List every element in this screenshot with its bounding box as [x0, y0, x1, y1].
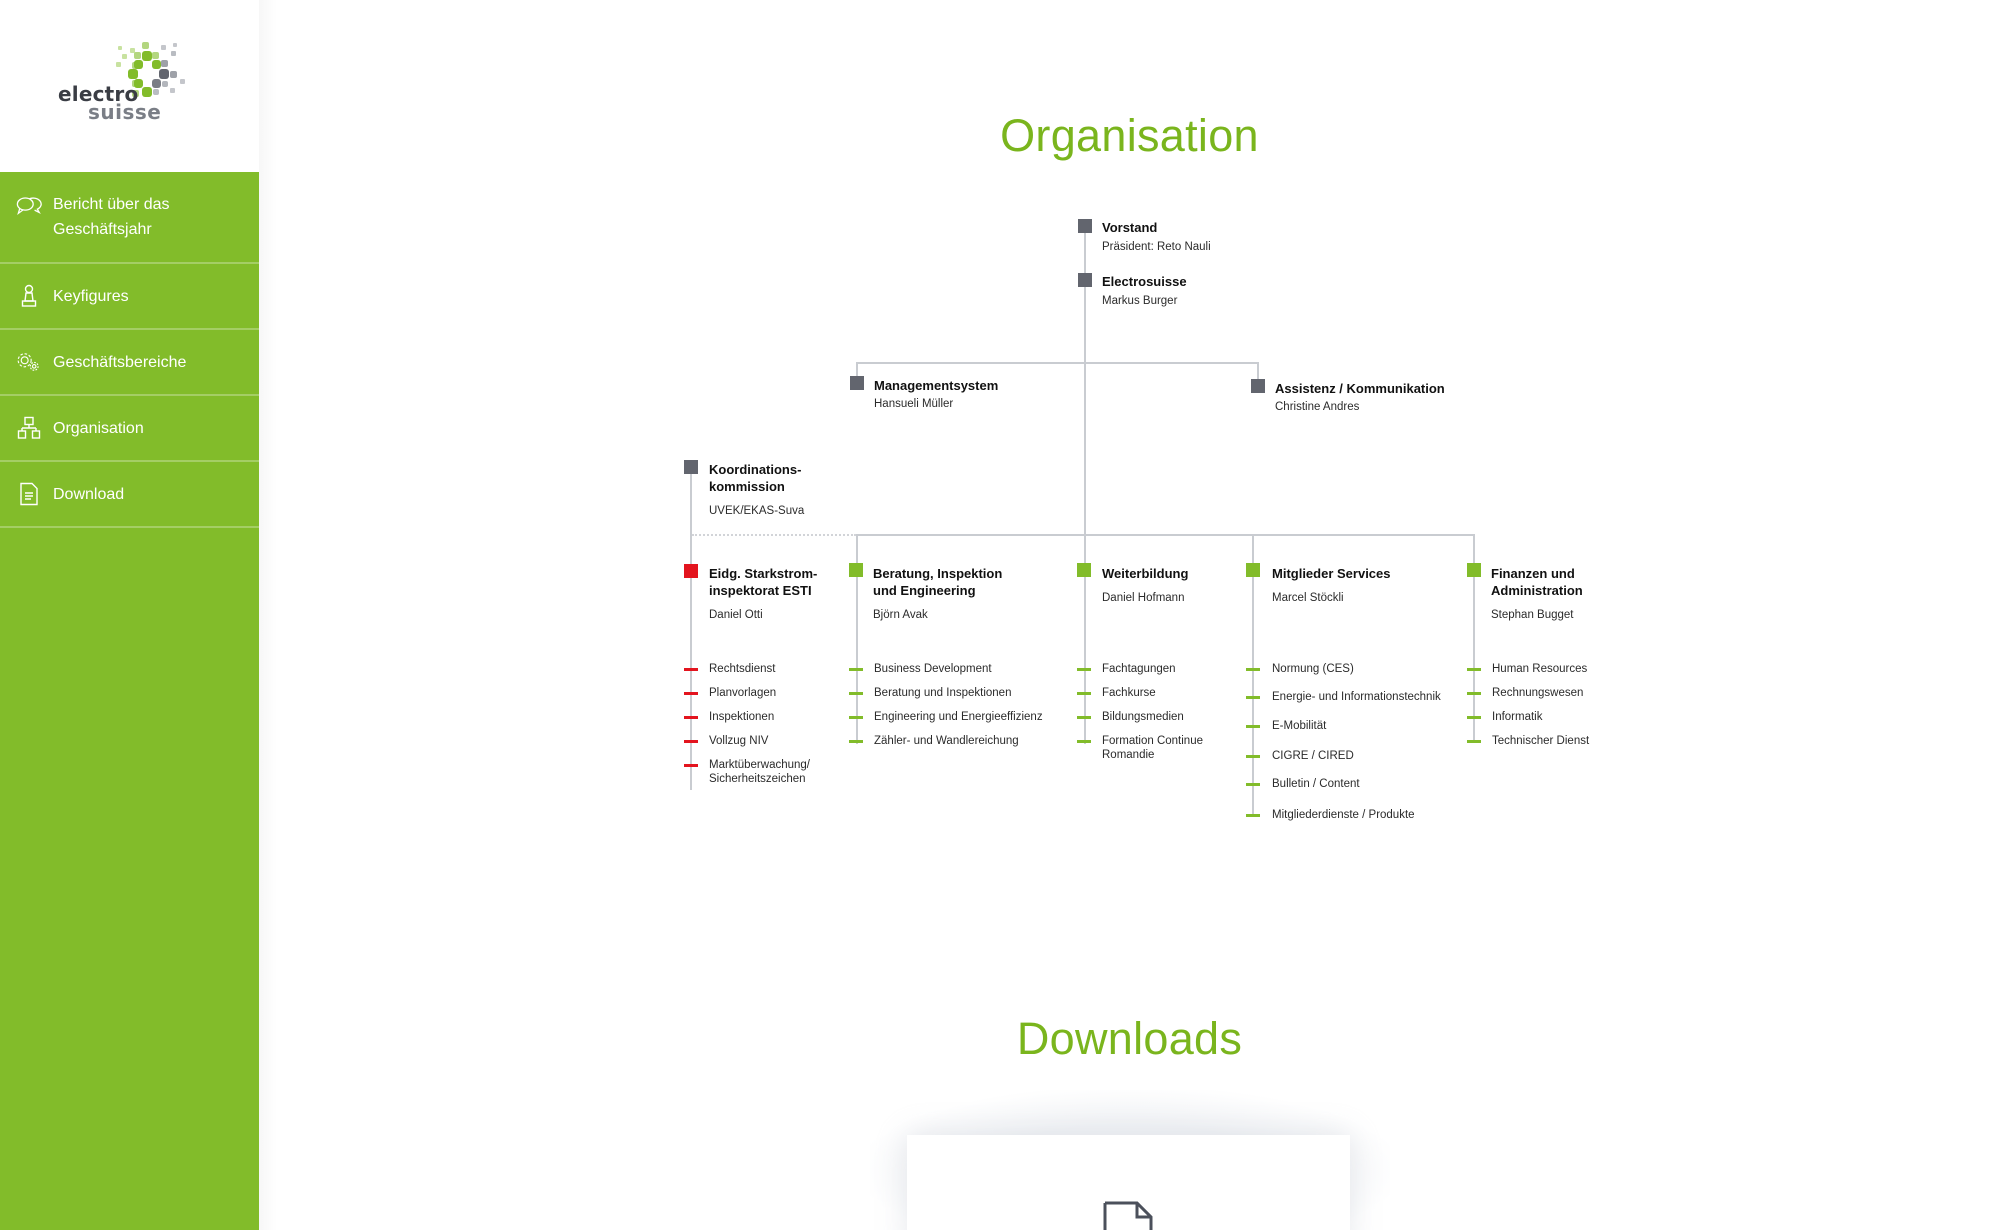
list-bullet — [684, 764, 698, 767]
list-item: Sicherheitszeichen — [709, 773, 806, 785]
node-vorstand-title: Vorstand — [1102, 220, 1158, 235]
staff-horizontal-connector — [856, 362, 1259, 364]
org-chart: Vorstand Präsident: Reto Nauli Electrosu… — [0, 0, 2000, 900]
list-bullet — [684, 668, 698, 671]
list-item: Informatik — [1492, 711, 1543, 723]
list-item: Fachkurse — [1102, 687, 1156, 699]
list-item: Planvorlagen — [709, 687, 777, 699]
list-item: Bulletin / Content — [1272, 778, 1360, 790]
list-item: Bildungsmedien — [1102, 711, 1184, 723]
list-item: Beratung und Inspektionen — [874, 687, 1012, 699]
list-bullet — [1246, 696, 1260, 699]
list-item: E-Mobilität — [1272, 720, 1327, 732]
list-bullet — [1077, 740, 1091, 743]
division-esti-title-1: Eidg. Starkstrom- — [709, 566, 818, 581]
list-bullet — [1467, 716, 1481, 719]
list-item: Fachtagungen — [1102, 663, 1176, 675]
list-bullet — [849, 668, 863, 671]
division-beratung-sub: Björn Avak — [873, 609, 928, 621]
list-item: Normung (CES) — [1272, 663, 1354, 675]
division-beratung-title-2: und Engineering — [873, 583, 976, 598]
list-item: Human Resources — [1492, 663, 1588, 675]
node-koordination-title-2: kommission — [709, 479, 785, 494]
list-bullet — [1246, 814, 1260, 817]
division-marker-weiterbildung — [1077, 563, 1091, 577]
list-item: Zähler- und Wandlereichung — [874, 735, 1019, 747]
list-bullet — [1077, 716, 1091, 719]
division-esti-sub: Daniel Otti — [709, 609, 763, 621]
list-item: Vollzug NIV — [709, 735, 769, 747]
list-item: Marktüberwachung/ — [709, 759, 810, 771]
division-weiterbildung-title: Weiterbildung — [1102, 566, 1189, 581]
division-marker-beratung — [849, 563, 863, 577]
node-marker — [1251, 379, 1265, 393]
node-assistenz-sub: Christine Andres — [1275, 401, 1360, 413]
list-item: Engineering und Energieeffizienz — [874, 711, 1043, 723]
division-weiterbildung-sub: Daniel Hofmann — [1102, 592, 1185, 604]
list-item: Inspektionen — [709, 711, 775, 723]
list-bullet — [684, 716, 698, 719]
division-finanzen-title-1: Finanzen und — [1491, 566, 1575, 581]
node-koordination-title-1: Koordinations- — [709, 462, 802, 477]
list-bullet — [1246, 668, 1260, 671]
division-finanzen-title-2: Administration — [1491, 583, 1583, 598]
node-marker — [684, 460, 698, 474]
downloads-title: Downloads — [1016, 1013, 1243, 1064]
division-marker-finanzen — [1467, 563, 1481, 577]
list-item: Formation Continue — [1102, 735, 1203, 747]
node-assistenz-title: Assistenz / Kommunikation — [1275, 381, 1445, 396]
node-electrosuisse-title: Electrosuisse — [1102, 274, 1187, 289]
list-bullet — [1077, 668, 1091, 671]
list-item: CIGRE / CIRED — [1272, 750, 1354, 762]
node-vorstand-sub: Präsident: Reto Nauli — [1102, 241, 1211, 253]
division-mitglieder-sub: Marcel Stöckli — [1272, 592, 1344, 604]
list-item: Mitgliederdienste / Produkte — [1272, 809, 1415, 821]
list-bullet — [1077, 692, 1091, 695]
document-icon — [1103, 1201, 1153, 1230]
download-card[interactable] — [907, 1135, 1350, 1230]
node-marker — [1078, 273, 1092, 287]
list-bullet — [1246, 755, 1260, 758]
divisions-horizontal-connector — [856, 534, 1475, 536]
list-item: Energie- und Informationstechnik — [1272, 691, 1441, 703]
list-item: Technischer Dienst — [1492, 735, 1590, 747]
coordination-dotted-connector — [692, 534, 856, 536]
node-managementsystem-title: Managementsystem — [874, 378, 999, 393]
list-bullet — [1246, 725, 1260, 728]
node-electrosuisse-sub: Markus Burger — [1102, 295, 1178, 307]
division-beratung-title-1: Beratung, Inspektion — [873, 566, 1003, 581]
list-item: Romandie — [1102, 749, 1155, 761]
list-bullet — [1467, 740, 1481, 743]
division-mitglieder-title: Mitglieder Services — [1272, 566, 1391, 581]
division-finanzen-sub: Stephan Bugget — [1491, 609, 1574, 621]
division-esti-title-2: inspektorat ESTI — [709, 583, 812, 598]
list-bullet — [849, 692, 863, 695]
division-marker-mitglieder — [1246, 563, 1260, 577]
list-bullet — [684, 692, 698, 695]
node-marker — [850, 376, 864, 390]
node-managementsystem-sub: Hansueli Müller — [874, 398, 954, 410]
node-koordination-sub: UVEK/EKAS-Suva — [709, 505, 805, 517]
list-bullet — [849, 740, 863, 743]
list-bullet — [1467, 692, 1481, 695]
list-bullet — [1467, 668, 1481, 671]
node-marker — [1078, 219, 1092, 233]
list-bullet — [1246, 783, 1260, 786]
division-marker-esti — [684, 564, 698, 578]
list-item: Rechtsdienst — [709, 663, 776, 675]
list-bullet — [684, 740, 698, 743]
list-item: Business Development — [874, 663, 992, 675]
list-item: Rechnungswesen — [1492, 687, 1584, 699]
list-bullet — [849, 716, 863, 719]
